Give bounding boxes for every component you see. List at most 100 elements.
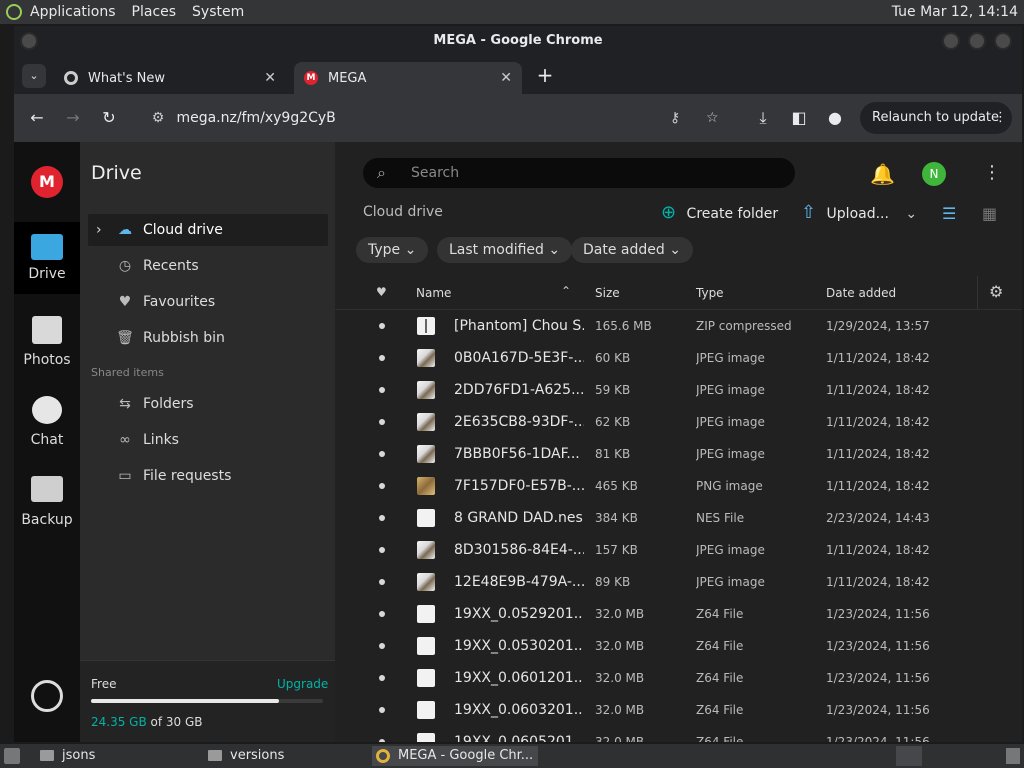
table-row[interactable]: 19XX_0.0603201... 32.0 MB Z64 File 1/23/202… (335, 694, 1022, 726)
sidebar-item-file-requests[interactable]: ▭ File requests (88, 460, 328, 492)
file-name: 19XX_0.0529201... (454, 606, 584, 622)
table-row[interactable]: 19XX_0.0605201... 32.0 MB Z64 File 1/23/202… (335, 726, 1022, 742)
col-date-added[interactable]: Date added (826, 286, 896, 300)
file-date: 1/11/2024, 18:42 (826, 543, 930, 557)
table-row[interactable]: 19XX_0.0530201... 32.0 MB Z64 File 1/23/202… (335, 630, 1022, 662)
new-tab-button[interactable]: + (534, 62, 556, 88)
status-dot-icon (379, 707, 385, 713)
upload-label: Upload... (826, 206, 889, 222)
show-desktop-icon[interactable] (4, 748, 20, 764)
file-thumbnail-icon (417, 317, 435, 335)
table-row[interactable]: 2DD76FD1-A625... 59 KB JPEG image 1/11/2024… (335, 374, 1022, 406)
filter-date-added[interactable]: Date added ⌄ (571, 237, 693, 263)
col-type[interactable]: Type (696, 286, 724, 300)
close-tab-icon[interactable]: ✕ (500, 70, 512, 86)
breadcrumb[interactable]: Cloud drive (363, 204, 443, 220)
sidebar-item-label: File requests (143, 468, 232, 484)
sync-icon[interactable] (31, 680, 63, 712)
chevron-down-icon[interactable]: ⌄ (905, 206, 917, 222)
window-titlebar[interactable]: MEGA - Google Chrome (14, 26, 1022, 56)
create-folder-button[interactable]: ⊕ Create folder (661, 202, 778, 225)
kebab-menu-icon[interactable]: ⋮ (994, 102, 1007, 134)
clock[interactable]: Tue Mar 12, 14:14 (892, 4, 1024, 20)
table-row[interactable]: [Phantom] Chou S... 165.6 MB ZIP compresse… (335, 310, 1022, 342)
table-row[interactable]: 0B0A167D-5E3F-... 60 KB JPEG image 1/11/202… (335, 342, 1022, 374)
taskbar-item-chrome[interactable]: MEGA - Google Chr... (372, 746, 538, 766)
bookmark-star-icon[interactable]: ☆ (706, 102, 719, 134)
tab-whats-new[interactable]: What's New ✕ (54, 62, 286, 94)
filter-last-modified[interactable]: Last modified ⌄ (437, 237, 573, 263)
distro-logo-icon[interactable] (6, 4, 22, 20)
sidebar-item-folders[interactable]: ⇆ Folders (88, 388, 328, 420)
list-view-icon[interactable]: ☰ (942, 204, 956, 223)
folder-icon (40, 750, 54, 761)
download-icon[interactable]: ⤓ (748, 94, 778, 142)
chevron-right-icon[interactable]: › (96, 214, 102, 246)
site-info-icon[interactable]: ⚙ (144, 102, 172, 134)
taskbar-item-jsons[interactable]: jsons (36, 746, 196, 766)
file-date: 1/23/2024, 11:56 (826, 639, 930, 653)
table-row[interactable]: 7BBB0F56-1DAF... 81 KB JPEG image 1/11/2024… (335, 438, 1022, 470)
search-input[interactable]: ⌕ Search (363, 158, 795, 188)
status-dot-icon (379, 323, 385, 329)
favourite-column-icon[interactable]: ♥ (376, 285, 387, 299)
file-date: 1/11/2024, 18:42 (826, 415, 930, 429)
relaunch-button[interactable]: Relaunch to update ⋮ (860, 102, 1012, 134)
system-menu[interactable]: System (184, 0, 252, 24)
file-name: 0B0A167D-5E3F-... (454, 350, 584, 366)
avatar[interactable]: N (922, 162, 946, 186)
address-bar[interactable]: ⚙ mega.nz/fm/xy9g2CyB ⚷ ☆ (144, 102, 752, 134)
column-settings-gear-icon[interactable]: ⚙ (989, 282, 1003, 301)
file-thumbnail-icon (417, 573, 435, 591)
table-row[interactable]: 8D301586-84E4-... 157 KB JPEG image 1/11/20… (335, 534, 1022, 566)
trash-tray-icon[interactable] (1006, 748, 1020, 764)
table-row[interactable]: 8 GRAND DAD.nes 384 KB NES File 2/23/2024, … (335, 502, 1022, 534)
filter-type[interactable]: Type ⌄ (356, 237, 429, 263)
window-menu-button[interactable] (20, 32, 38, 50)
close-tab-icon[interactable]: ✕ (264, 70, 276, 86)
sidebar-item-cloud-drive[interactable]: › ☁ Cloud drive (88, 214, 328, 246)
storage-usage: 24.35 GB of 30 GB (91, 715, 203, 729)
profile-icon[interactable]: ● (820, 94, 850, 142)
reload-icon[interactable]: ↻ (94, 94, 124, 142)
sidebar-item-recents[interactable]: ◷ Recents (88, 250, 328, 282)
sidebar-item-rubbish-bin[interactable]: 🗑 Rubbish bin (88, 322, 328, 354)
side-panel-icon[interactable]: ◧ (784, 94, 814, 142)
forward-icon[interactable]: → (58, 94, 88, 142)
shared-folder-icon: ⇆ (119, 396, 131, 412)
maximize-button[interactable] (968, 32, 986, 50)
rail-backup[interactable]: Backup (14, 470, 80, 540)
rail-photos[interactable]: Photos (14, 310, 80, 380)
col-name[interactable]: Name (416, 286, 451, 300)
table-row[interactable]: 19XX_0.0529201... 32.0 MB Z64 File 1/23/202… (335, 598, 1022, 630)
tab-search-button[interactable]: ⌄ (22, 64, 46, 88)
close-window-button[interactable] (994, 32, 1012, 50)
create-folder-label: Create folder (686, 206, 779, 222)
sidebar-item-label: Favourites (143, 294, 216, 310)
places-menu[interactable]: Places (124, 0, 185, 24)
back-icon[interactable]: ← (22, 94, 52, 142)
upload-button[interactable]: ⇧ Upload... ⌄ (801, 202, 917, 225)
applications-menu[interactable]: Applications (22, 0, 124, 24)
table-row[interactable]: 12E48E9B-479A-... 89 KB JPEG image 1/11/202… (335, 566, 1022, 598)
rail-chat[interactable]: Chat (14, 390, 80, 460)
table-row[interactable]: 2E635CB8-93DF-... 62 KB JPEG image 1/11/202… (335, 406, 1022, 438)
rail-drive[interactable]: Drive (14, 222, 80, 294)
more-options-icon[interactable]: ⋮ (983, 162, 1001, 183)
sort-ascending-icon[interactable]: ⌃ (561, 284, 571, 298)
minimize-button[interactable] (942, 32, 960, 50)
table-row[interactable]: 7F157DF0-E57B-... 465 KB PNG image 1/11/202… (335, 470, 1022, 502)
sidebar-item-links[interactable]: ∞ Links (88, 424, 328, 456)
upgrade-link[interactable]: Upgrade (277, 677, 328, 691)
notifications-bell-icon[interactable]: 🔔 (870, 162, 895, 186)
col-size[interactable]: Size (595, 286, 620, 300)
tray-chrome-icon[interactable] (896, 746, 922, 766)
grid-view-icon[interactable]: ▦ (982, 204, 997, 223)
taskbar-item-versions[interactable]: versions (204, 746, 364, 766)
password-key-icon[interactable]: ⚷ (670, 102, 680, 134)
file-name: [Phantom] Chou S... (454, 318, 584, 334)
tab-mega[interactable]: M MEGA ✕ (294, 62, 522, 94)
mega-logo-icon[interactable]: M (31, 166, 63, 198)
sidebar-item-favourites[interactable]: ♥ Favourites (88, 286, 328, 318)
table-row[interactable]: 19XX_0.0601201... 32.0 MB Z64 File 1/23/202… (335, 662, 1022, 694)
